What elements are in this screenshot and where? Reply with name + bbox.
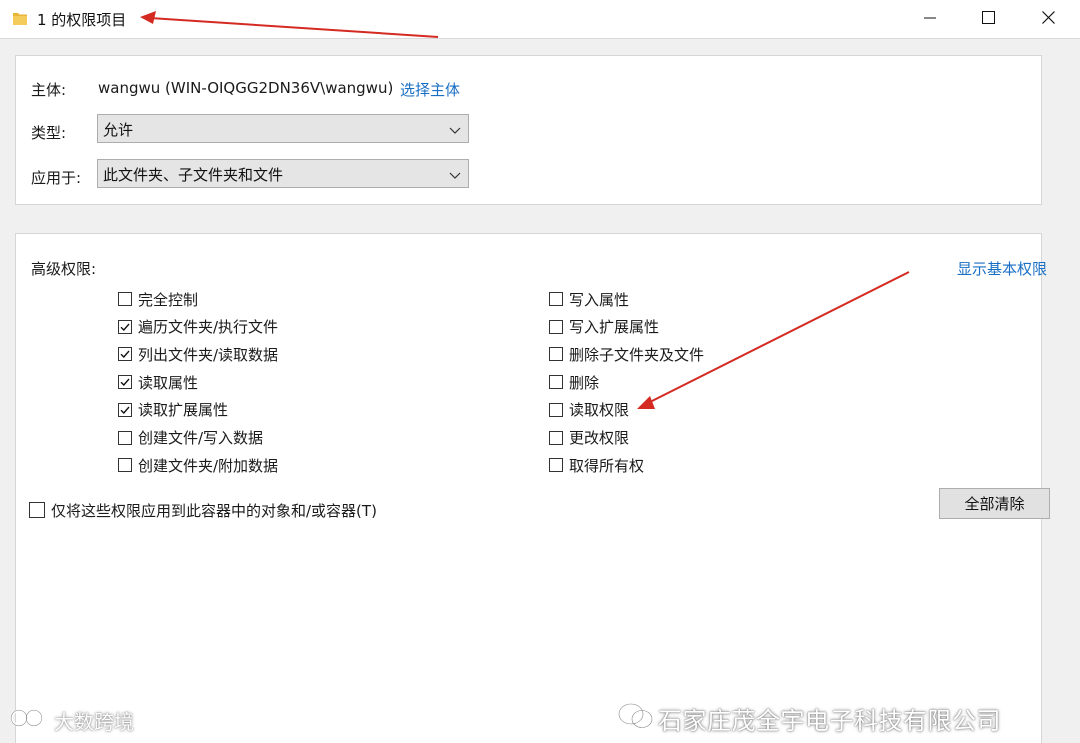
- watermark-left-text: 大数跨境: [54, 710, 134, 734]
- folder-icon: [12, 11, 28, 30]
- apply-only-to-container-checkbox[interactable]: 仅将这些权限应用到此容器中的对象和/或容器(T): [29, 499, 377, 521]
- permission-label: 读取属性: [138, 373, 199, 392]
- permission-checkbox[interactable]: 完全控制: [118, 288, 198, 310]
- permission-label: 完全控制: [138, 290, 199, 309]
- type-label: 类型:: [31, 124, 67, 142]
- permission-label: 写入扩展属性: [569, 318, 660, 337]
- permission-checkbox[interactable]: 写入属性: [549, 288, 629, 310]
- applies-to-select[interactable]: 此文件夹、子文件夹和文件: [97, 159, 469, 188]
- watermark-right: 石家庄茂全宇电子科技有限公司: [618, 701, 1001, 736]
- checkbox-box[interactable]: [549, 402, 563, 417]
- watermark-right-text: 石家庄茂全宇电子科技有限公司: [658, 707, 1001, 735]
- applies-to-select-value: 此文件夹、子文件夹和文件: [103, 166, 284, 184]
- advanced-permissions-panel: 高级权限: 显示基本权限 完全控制遍历文件夹/执行文件 列出文件夹/读取数据 读取属…: [15, 233, 1047, 743]
- type-select-value: 允许: [103, 121, 134, 139]
- maximize-icon: [981, 10, 995, 28]
- checked-checkbox-box[interactable]: [118, 375, 132, 390]
- permission-checkbox[interactable]: 创建文件夹/附加数据: [118, 454, 278, 476]
- checked-checkbox-box[interactable]: [118, 319, 132, 334]
- checked-checkbox-box[interactable]: [118, 347, 132, 362]
- permission-label: 删除子文件夹及文件: [569, 345, 705, 364]
- checkbox-box[interactable]: [549, 292, 563, 306]
- permission-checkbox[interactable]: 更改权限: [549, 427, 629, 449]
- permission-label: 更改权限: [569, 429, 630, 447]
- show-basic-permissions-link[interactable]: 显示基本权限: [957, 258, 1047, 279]
- advanced-permissions-label: 高级权限:: [31, 260, 97, 278]
- minimize-button[interactable]: [900, 0, 960, 38]
- permission-label: 创建文件夹/附加数据: [138, 456, 279, 475]
- checkbox-box[interactable]: [549, 319, 563, 334]
- checkbox-box[interactable]: [118, 292, 132, 306]
- close-button[interactable]: [1018, 0, 1078, 38]
- title-bar: 1 的权限项目: [0, 0, 1080, 39]
- permission-checkbox[interactable]: 写入扩展属性: [549, 316, 659, 338]
- checked-checkbox-box[interactable]: [118, 402, 132, 417]
- permission-label: 写入属性: [569, 290, 630, 309]
- principal-panel: 主体: wangwu (WIN-OIQGG2DN36V\wangwu) 选择主体…: [15, 55, 1042, 205]
- permission-label: 遍历文件夹/执行文件: [138, 318, 279, 337]
- permission-checkbox[interactable]: 列出文件夹/读取数据: [118, 343, 278, 365]
- permission-checkbox[interactable]: 读取扩展属性: [118, 399, 228, 421]
- permission-label: 列出文件夹/读取数据: [138, 345, 279, 364]
- checkbox-box[interactable]: [118, 430, 132, 445]
- permission-checkbox[interactable]: 删除: [549, 371, 599, 393]
- watermark-logo-icon: [10, 707, 48, 734]
- apply-only-to-container-label: 仅将这些权限应用到此容器中的对象和/或容器(T): [51, 501, 377, 520]
- principal-value: wangwu (WIN-OIQGG2DN36V\wangwu): [98, 79, 394, 97]
- permission-label: 取得所有权: [569, 456, 645, 475]
- chevron-down-icon: [449, 167, 461, 185]
- maximize-button[interactable]: [958, 0, 1018, 38]
- window-title: 1 的权限项目: [37, 11, 127, 29]
- watermark-left: 大数跨境: [10, 706, 134, 735]
- permission-checkbox[interactable]: 取得所有权: [549, 454, 644, 476]
- permission-label: 删除: [569, 373, 600, 392]
- chevron-down-icon: [449, 122, 461, 140]
- permission-checkbox[interactable]: 读取权限: [549, 399, 629, 421]
- checkbox-box[interactable]: [549, 347, 563, 362]
- permission-label: 创建文件/写入数据: [138, 429, 264, 447]
- select-principal-link[interactable]: 选择主体: [400, 79, 460, 100]
- permission-checkbox[interactable]: 删除子文件夹及文件: [549, 343, 704, 365]
- permission-checkbox[interactable]: 创建文件/写入数据: [118, 427, 263, 449]
- permission-checkbox[interactable]: 读取属性: [118, 371, 198, 393]
- type-select[interactable]: 允许: [97, 114, 469, 143]
- close-icon: [1041, 10, 1055, 28]
- clear-all-button[interactable]: 全部清除: [939, 488, 1050, 519]
- checkbox-box[interactable]: [118, 458, 132, 473]
- permission-label: 读取权限: [569, 401, 630, 420]
- checkbox-box[interactable]: [549, 375, 563, 390]
- permission-checkbox[interactable]: 遍历文件夹/执行文件: [118, 316, 278, 338]
- applies-to-label: 应用于:: [31, 169, 82, 187]
- minimize-icon: [924, 10, 936, 28]
- permission-label: 读取扩展属性: [138, 401, 229, 420]
- checkbox-box[interactable]: [549, 458, 563, 473]
- principal-label: 主体:: [31, 81, 67, 99]
- checkbox-box[interactable]: [549, 430, 563, 445]
- checkbox-box[interactable]: [29, 502, 45, 518]
- wechat-icon: [618, 702, 654, 736]
